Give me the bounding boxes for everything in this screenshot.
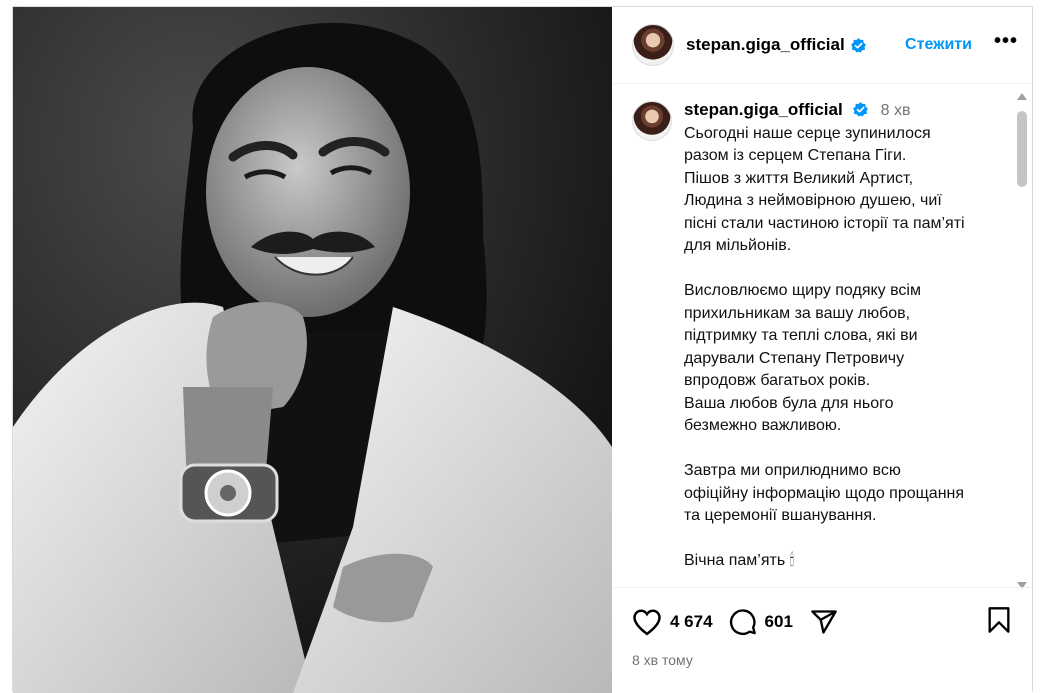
portrait-image — [13, 7, 612, 693]
caption-area[interactable]: stepan.giga_official 8 хв Сьогодні наше … — [612, 85, 1032, 587]
scrollbar-thumb[interactable] — [1017, 111, 1027, 187]
caption-line: та церемонії вшанування. — [684, 507, 877, 524]
caption-paragraph: Завтра ми оприлюднимо всю офіційну інфор… — [684, 460, 965, 528]
caption-line: для мільйонів. — [684, 237, 792, 254]
caption-scrollbar[interactable] — [1016, 91, 1028, 591]
caption-line: підтримку та теплі слова, які ви — [684, 327, 918, 344]
caption-line: Висловлюємо щиру подяку всім — [684, 282, 921, 299]
header-username[interactable]: stepan.giga_official — [686, 35, 845, 55]
verified-badge-icon — [850, 37, 866, 53]
heart-icon — [633, 609, 661, 636]
verified-badge-icon — [853, 102, 869, 117]
comment-button[interactable]: 601 — [729, 608, 809, 636]
comments-count[interactable]: 601 — [765, 612, 793, 632]
caption-time[interactable]: 8 хв — [881, 102, 911, 119]
caption-line: Ваша любов була для нього — [684, 394, 894, 412]
caption-line: впродовж багатьох років. — [684, 372, 871, 389]
bookmark-icon — [988, 606, 1010, 633]
caption-line: Сьогодні наше серце зупинилося — [684, 124, 931, 142]
comment-icon — [729, 609, 756, 635]
caption-line: пісні стали частиною історії та пам’яті — [684, 214, 965, 232]
caption-body: stepan.giga_official 8 хв Сьогодні наше … — [684, 99, 965, 587]
like-button[interactable]: 4 674 — [632, 608, 729, 636]
caption-line: Пішов з життя Великий Артист, — [684, 169, 914, 187]
scroll-up-arrow-icon[interactable] — [1017, 93, 1027, 100]
share-icon — [811, 610, 837, 634]
avatar[interactable] — [632, 24, 674, 66]
follow-button[interactable]: Стежити — [905, 36, 972, 54]
more-options-icon[interactable]: ••• — [994, 31, 1018, 54]
share-button[interactable] — [809, 608, 839, 636]
caption-line: Людина з неймовірною душею, чиї — [684, 192, 942, 209]
caption-line: офіційну інформацію щодо прощання — [684, 484, 965, 502]
post-header: stepan.giga_official Стежити ••• — [612, 7, 1032, 84]
caption-paragraph: Вічна пам’ять 🕯 — [684, 550, 965, 573]
caption-paragraph: Висловлюємо щиру подяку всім прихильника… — [684, 280, 965, 438]
caption-paragraph: Сьогодні наше серце зупинилося разом із … — [684, 123, 965, 258]
caption-line: разом із серцем Степана Гіги. — [684, 147, 907, 164]
action-row: 4 674 601 — [632, 602, 1012, 642]
caption-line: дарували Степану Петровичу — [684, 349, 905, 367]
likes-count[interactable]: 4 674 — [670, 612, 713, 632]
caption-line: Вічна пам’ять 🕯 — [684, 552, 795, 569]
instagram-post: stepan.giga_official Стежити ••• stepan.… — [12, 6, 1033, 693]
post-timestamp[interactable]: 8 хв тому — [632, 652, 1012, 668]
post-side-panel: stepan.giga_official Стежити ••• stepan.… — [612, 7, 1032, 693]
caption-line: безмежно важливою. — [684, 417, 842, 434]
caption: stepan.giga_official 8 хв Сьогодні наше … — [612, 85, 1032, 587]
caption-header: stepan.giga_official 8 хв — [684, 99, 965, 123]
post-photo[interactable] — [13, 7, 612, 693]
caption-line: Завтра ми оприлюднимо всю — [684, 462, 901, 479]
save-button[interactable] — [986, 606, 1012, 639]
caption-line: прихильникам за вашу любов, — [684, 304, 911, 322]
caption-avatar[interactable] — [632, 101, 672, 141]
post-actions: 4 674 601 8 хв тому — [612, 587, 1032, 668]
caption-username[interactable]: stepan.giga_official — [684, 100, 843, 119]
